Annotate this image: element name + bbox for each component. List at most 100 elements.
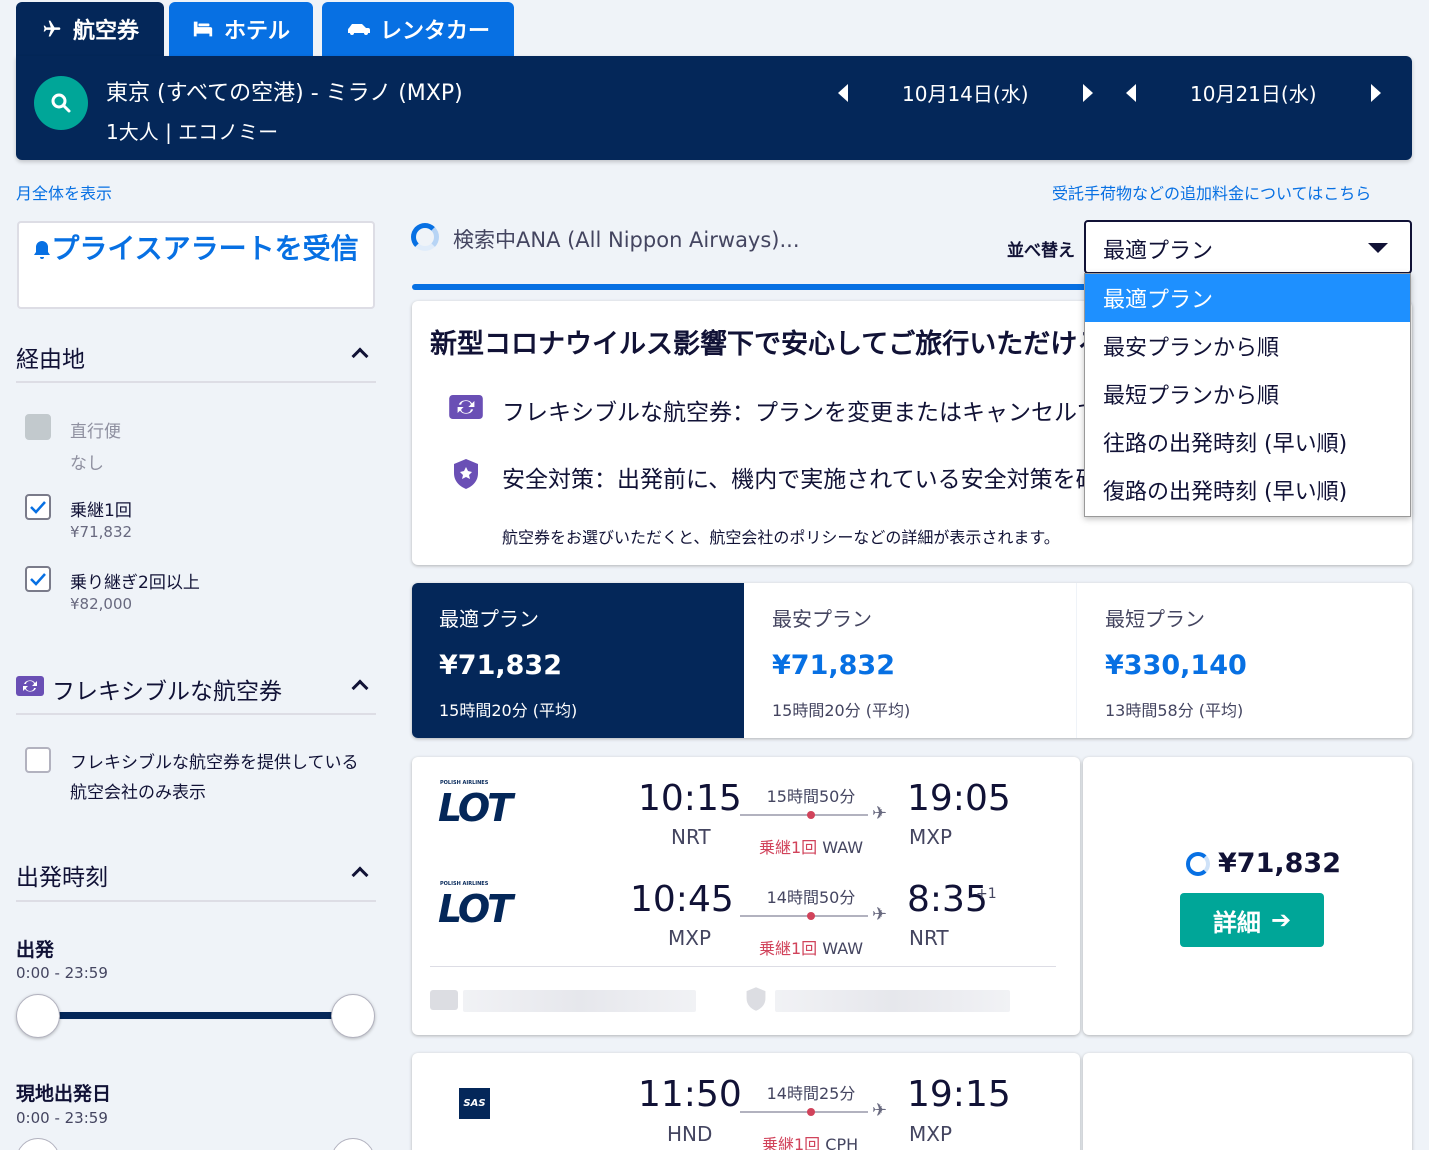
next-return-date-arrow[interactable] [1371,84,1381,102]
outbound-arrive-time: 19:05 [907,778,1011,819]
price-alert-label: プライスアラートを受信 [51,232,359,265]
sort-tab-price: ¥71,832 [439,650,562,681]
sort-selected-value: 最適プラン [1103,239,1214,264]
covid-flex-text: フレキシブルな航空券：プランを変更またはキャンセルできる航空券 [502,400,1084,426]
search-summary-bar[interactable]: 東京 (すべての空港) - ミラノ (MXP) 1大人 | エコノミー 10月1… [16,56,1412,160]
bell-icon [33,233,51,259]
prev-depart-date-arrow[interactable] [838,84,848,102]
inbound-depart-airport: MXP [668,926,712,950]
stop-dot [807,811,815,819]
route-text[interactable]: 東京 (すべての空港) - ミラノ (MXP) [106,75,463,107]
sort-option-fastest[interactable]: 最短プランから順 [1085,370,1410,418]
flex-ticket-icon [449,395,483,419]
sort-option-return-time[interactable]: 復路の出発時刻 (早い順) [1085,466,1410,514]
plane-icon: ✈ [872,1100,888,1121]
outbound-duration: 15時間50分 [766,787,856,806]
price-loading-icon [1186,852,1210,876]
flex-ticket-icon [16,676,44,696]
sort-option-outbound-time[interactable]: 往路の出発時刻 (早い順) [1085,418,1410,466]
one-stop-checkbox[interactable] [25,494,51,520]
plane-icon [43,20,61,37]
inbound-depart-time: 10:45 [630,879,734,920]
car-icon [347,24,370,35]
loading-spinner-icon [411,223,439,251]
loading-placeholder [775,990,1010,1012]
outbound-depart-airport: NRT [671,825,711,849]
local-slider-max-handle[interactable] [331,1138,375,1150]
tab-flights[interactable]: 航空券 [16,2,164,56]
outbound-arrive-time: 19:15 [907,1074,1011,1115]
price-alert-button[interactable]: プライスアラートを受信 [17,221,375,309]
flex-only-checkbox[interactable] [25,747,51,773]
bed-icon [193,21,213,37]
plane-icon: ✈ [872,904,888,925]
one-stop-label: 乗継1回 [70,501,132,521]
stop-dot [807,912,815,920]
sort-option-cheapest[interactable]: 最安プランから順 [1085,322,1410,370]
tab-hotels[interactable]: ホテル [169,2,313,56]
local-slider-min-handle[interactable] [16,1138,60,1150]
flex-only-label: フレキシブルな航空券を提供している航空会社のみ表示 [70,753,359,803]
outbound-route-line [740,814,868,816]
outbound-stops: 乗継1回 CPH [762,1135,859,1150]
chevron-up-icon[interactable] [351,679,369,697]
result-price: ¥71,832 [1218,848,1341,879]
sort-option-best[interactable]: 最適プラン [1085,274,1410,322]
covid-note: 航空券をお選びいただくと、航空会社のポリシーなどの詳細が表示されます。 [502,528,1060,547]
covid-title: 新型コロナウイルス影響下で安心してご旅行いただけるように [430,329,1085,360]
airline-logo-sas: SAS [459,1088,490,1119]
sort-tab-fastest[interactable]: 最短プラン ¥330,140 13時間58分 (平均) [1078,583,1410,738]
airline-logo-lot: POLISH AIRLINES LOT [438,881,513,931]
local-depart-label: 現地出発日 [16,1083,112,1105]
nonstop-checkbox[interactable] [25,414,51,440]
checkmark-icon [30,501,46,514]
sort-tab-cheapest[interactable]: 最安プラン ¥71,832 15時間20分 (平均) [745,583,1077,738]
depart-time-range: 0:00 - 23:59 [16,964,108,982]
depart-slider-track[interactable] [37,1012,353,1019]
shield-icon [454,459,478,489]
checkmark-icon [30,573,46,586]
details-button[interactable]: 詳細 ➔ [1180,893,1324,947]
time-section-title[interactable]: 出発時刻 [16,858,108,892]
outbound-arrive-airport: MXP [909,825,953,849]
passenger-class-text[interactable]: 1大人 | エコノミー [106,116,278,145]
search-progress-bar [412,284,1112,290]
tab-label: レンタカー [379,19,490,44]
depart-date[interactable]: 10月14日(水) [902,78,1029,107]
sort-label: 並べ替え [1007,241,1075,261]
two-plus-stops-checkbox[interactable] [25,566,51,592]
next-depart-date-arrow[interactable] [1083,84,1093,102]
divider [16,900,376,902]
result-price-panel[interactable] [1083,1053,1412,1150]
outbound-depart-airport: HND [667,1122,713,1146]
extra-fees-link[interactable]: 受託手荷物などの追加料金についてはこちら [1052,180,1371,204]
chevron-up-icon[interactable] [351,866,369,884]
flex-section-title[interactable]: フレキシブルな航空券 [52,672,282,706]
sort-select[interactable]: 最適プラン [1084,220,1412,274]
depart-slider-max-handle[interactable] [331,994,375,1038]
depart-time-label: 出発 [16,939,55,961]
tab-car-rental[interactable]: レンタカー [322,2,514,56]
two-plus-stops-price: ¥82,000 [70,595,133,613]
return-date[interactable]: 10月21日(水) [1190,78,1317,107]
stops-section-title[interactable]: 経由地 [16,340,85,374]
shield-icon [746,987,766,1011]
covid-safety-text: 安全対策：出発前に、機内で実施されている安全対策を確認 [502,467,1084,493]
whole-month-link[interactable]: 月全体を表示 [16,180,112,204]
searching-status: 検索中ANA (All Nippon Airways)... [453,228,800,252]
arrow-right-icon: ➔ [1270,906,1292,934]
divider [430,966,1056,967]
outbound-arrive-airport: MXP [909,1122,953,1146]
prev-return-date-arrow[interactable] [1126,84,1136,102]
chevron-up-icon[interactable] [351,347,369,365]
search-button[interactable] [34,76,88,130]
sort-tab-best[interactable]: 最適プラン ¥71,832 15時間20分 (平均) [412,583,744,738]
sort-tab-duration: 15時間20分 (平均) [772,701,911,720]
sort-tab-title: 最安プラン [772,607,872,631]
inbound-arrive-airport: NRT [909,926,949,950]
depart-slider-min-handle[interactable] [16,994,60,1038]
sort-dropdown-list[interactable]: 最適プラン 最安プランから順 最短プランから順 往路の出発時刻 (早い順) 復路… [1084,273,1411,517]
outbound-duration: 14時間25分 [766,1084,856,1103]
nonstop-label: 直行便 [70,422,121,442]
outbound-stops: 乗継1回 WAW [759,838,864,857]
